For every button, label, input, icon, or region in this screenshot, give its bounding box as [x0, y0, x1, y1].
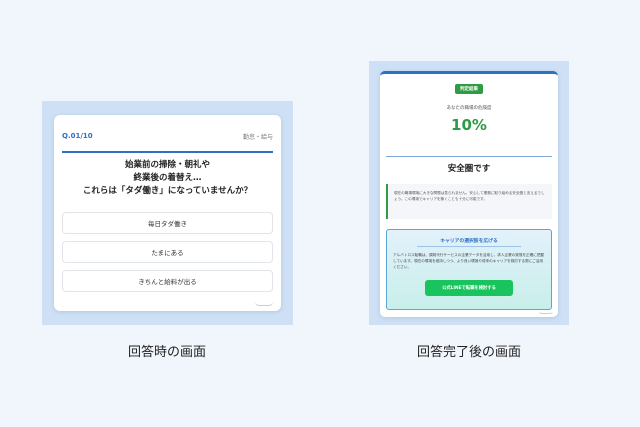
quiz-card: Q.01/10 勤怠・給与 始業前の掃除・朝礼や 終業後の着替え… これらは「タ…: [54, 115, 281, 311]
answer-option-button[interactable]: きちんと給料が出る: [62, 270, 273, 292]
question-line: 始業前の掃除・朝礼や: [124, 160, 210, 170]
question-line: 終業後の着替え…: [133, 173, 202, 183]
risk-label: あなたの職場の危険度: [446, 106, 492, 111]
result-divider: [386, 156, 552, 157]
line-consult-button[interactable]: 公式LINEで転職を検討する: [425, 280, 513, 296]
answer-screen-caption: 回答時の画面: [127, 345, 206, 360]
career-box: キャリアの選択肢を広げる アルバトロス転職は、調剤代行サービスの企業データを活用…: [386, 229, 552, 310]
footer-logo-icon: [539, 311, 553, 314]
result-status: 安全圏です: [447, 164, 491, 174]
question-category: 勤怠・給与: [242, 133, 273, 141]
career-text: アルバトロス転職は、調剤代行サービスの企業データを活用し、求人企業の実態を正確に…: [393, 253, 545, 269]
question-text: 始業前の掃除・朝礼や 終業後の着替え… これらは「タダ働き」になっていませんか？: [62, 159, 273, 198]
answer-screen-panel: Q.01/10 勤怠・給与 始業前の掃除・朝礼や 終業後の着替え… これらは「タ…: [42, 101, 293, 325]
result-screen-panel: 判定結果 あなたの職場の危険度 10% 安全圏です 現在の職場環境に大きな問題は…: [369, 61, 569, 325]
career-title-underline: [417, 246, 521, 247]
quiz-header: Q.01/10 勤怠・給与: [62, 130, 273, 142]
career-title: キャリアの選択肢を広げる: [440, 239, 498, 244]
risk-percent: 10%: [451, 116, 487, 134]
header-divider: [62, 151, 273, 153]
question-number: Q.01/10: [62, 132, 93, 140]
result-comment: 現在の職場環境に大きな問題は見られません。安心して業務に取り組める安全圏と言える…: [386, 184, 552, 219]
answer-option-button[interactable]: たまにある: [62, 241, 273, 263]
result-badge: 判定結果: [455, 84, 483, 94]
answer-option-button[interactable]: 毎日タダ働き: [62, 212, 273, 234]
question-line: これらは「タダ働き」になっていませんか？: [82, 186, 253, 196]
result-card: 判定結果 あなたの職場の危険度 10% 安全圏です 現在の職場環境に大きな問題は…: [380, 71, 558, 317]
footer-logo-icon: [255, 302, 273, 306]
result-screen-caption: 回答完了後の画面: [416, 345, 521, 360]
